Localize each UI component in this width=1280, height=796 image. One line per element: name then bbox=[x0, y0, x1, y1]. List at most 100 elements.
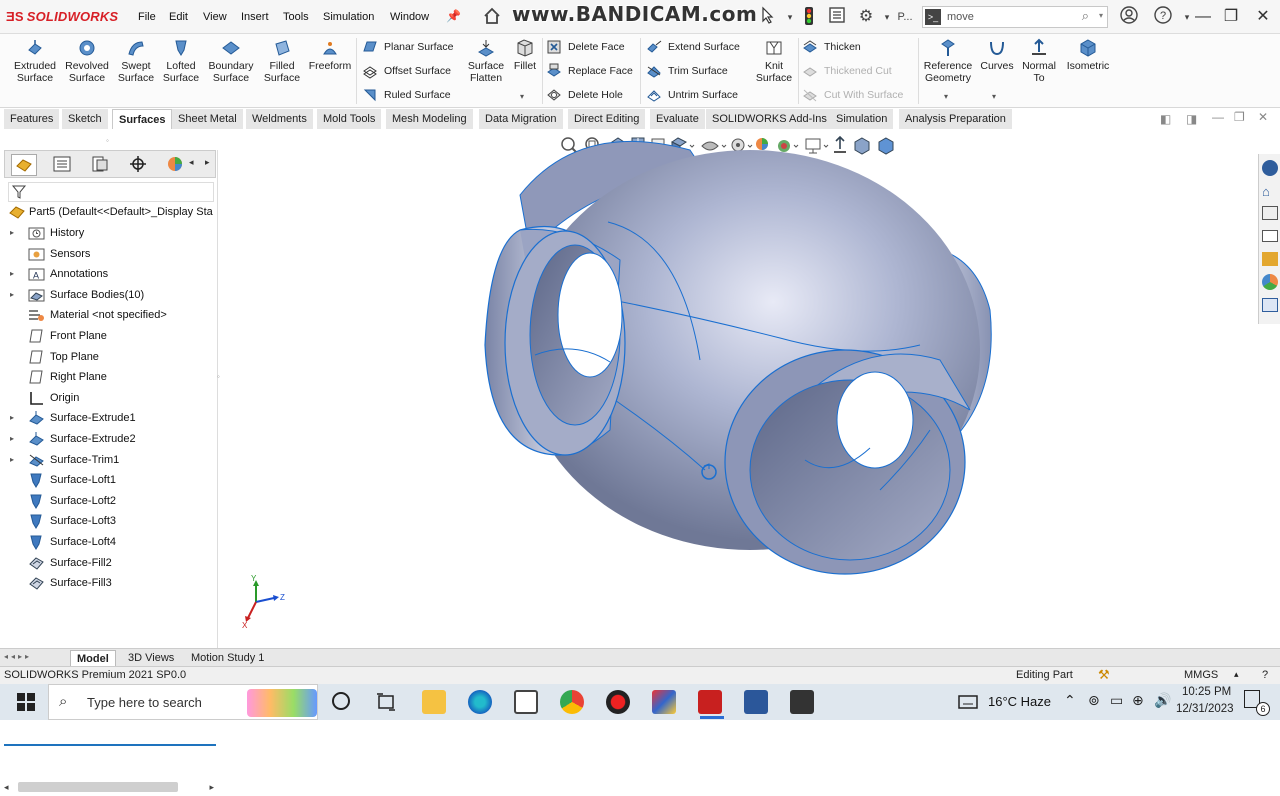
close-window-icon[interactable]: ✕ bbox=[1248, 4, 1278, 30]
fillet-dropdown-icon[interactable]: ▾ bbox=[520, 92, 524, 101]
mail-task-icon[interactable] bbox=[514, 690, 538, 714]
tab-simulation[interactable]: Simulation bbox=[830, 109, 895, 129]
tab-features[interactable]: Features bbox=[4, 109, 61, 129]
network-tray-icon[interactable]: ⊚ bbox=[1088, 692, 1100, 709]
edge-browser-task-icon[interactable] bbox=[468, 690, 492, 714]
swept-surface-button[interactable]: Swept Surface bbox=[114, 38, 158, 84]
trim-surface-button[interactable]: Trim Surface bbox=[646, 60, 728, 82]
tab-solidworks-add-ins[interactable]: SOLIDWORKS Add-Ins bbox=[706, 109, 834, 129]
curves-dropdown-icon[interactable]: ▾ bbox=[992, 92, 996, 101]
reference-geometry-button[interactable]: Reference Geometry bbox=[922, 38, 974, 84]
reference-geometry-dropdown-icon[interactable]: ▾ bbox=[944, 92, 948, 101]
panel-splitter[interactable] bbox=[4, 744, 216, 746]
video-editor-task-icon[interactable] bbox=[790, 690, 814, 714]
clock-date[interactable]: 12/31/2023 bbox=[1176, 703, 1234, 715]
word-task-icon[interactable] bbox=[744, 690, 768, 714]
menu-file[interactable]: File bbox=[138, 11, 156, 23]
menu-window[interactable]: Window bbox=[390, 11, 429, 23]
scrollbar-thumb[interactable] bbox=[18, 782, 178, 792]
filled-surface-button[interactable]: Filled Surface bbox=[260, 38, 304, 84]
language-globe-icon[interactable]: ⊕ bbox=[1132, 692, 1144, 709]
search-icon[interactable]: ⌕ bbox=[1082, 8, 1089, 24]
normal-to-button[interactable]: Normal To bbox=[1018, 38, 1060, 84]
thickened-cut-button[interactable]: Thickened Cut bbox=[802, 60, 892, 82]
file-explorer-task-icon[interactable] bbox=[422, 690, 446, 714]
custom-properties-icon[interactable] bbox=[1262, 298, 1278, 312]
dimxpert-manager-tab[interactable] bbox=[129, 156, 147, 175]
clock-time[interactable]: 10:25 PM bbox=[1182, 686, 1231, 698]
taskbar-search-box[interactable]: ⌕ Type here to search bbox=[48, 684, 318, 720]
tray-overflow-icon[interactable]: ⌃ bbox=[1064, 692, 1076, 709]
isometric-button[interactable]: Isometric bbox=[1062, 38, 1114, 72]
command-search-box[interactable]: >_ move ⌕ ▾ bbox=[922, 6, 1108, 28]
fillet-button[interactable]: Fillet bbox=[510, 38, 540, 72]
expand-arrow-icon[interactable]: ▸ bbox=[10, 264, 14, 284]
tab-mesh-modeling[interactable]: Mesh Modeling bbox=[386, 109, 474, 129]
select-cursor-icon[interactable] bbox=[757, 6, 779, 28]
home-icon[interactable] bbox=[481, 6, 503, 28]
appearances-icon[interactable] bbox=[1262, 274, 1278, 290]
tab-direct-editing[interactable]: Direct Editing bbox=[568, 109, 647, 129]
expand-arrow-icon[interactable]: ▸ bbox=[10, 408, 14, 428]
tile-right-icon[interactable]: ◨ bbox=[1186, 112, 1197, 126]
search-input[interactable]: move bbox=[947, 11, 974, 23]
help-icon[interactable]: ? bbox=[1152, 6, 1174, 28]
tab-data-migration[interactable]: Data Migration bbox=[479, 109, 564, 129]
delete-hole-button[interactable]: Delete Hole bbox=[546, 84, 623, 106]
cut-with-surface-button[interactable]: Cut With Surface bbox=[802, 84, 903, 106]
panel-grip-icon[interactable]: ◦ bbox=[106, 136, 109, 145]
configuration-manager-tab[interactable] bbox=[91, 156, 109, 175]
user-account-icon[interactable] bbox=[1118, 6, 1140, 28]
revolved-surface-button[interactable]: Revolved Surface bbox=[62, 38, 112, 84]
expand-arrow-icon[interactable]: ▸ bbox=[10, 285, 14, 305]
volume-tray-icon[interactable]: 🔊 bbox=[1154, 692, 1171, 709]
design-library-icon[interactable] bbox=[1262, 206, 1278, 220]
pin-icon[interactable]: 📌 bbox=[446, 9, 461, 23]
display-manager-tab[interactable] bbox=[167, 156, 183, 175]
bandicam-task-icon[interactable] bbox=[606, 690, 630, 714]
curves-button[interactable]: Curves bbox=[978, 38, 1016, 72]
windows-start-icon[interactable] bbox=[16, 692, 36, 712]
menu-view[interactable]: View bbox=[203, 11, 227, 23]
scroll-left-icon[interactable]: ◂ bbox=[4, 782, 9, 793]
tab-surfaces[interactable]: Surfaces bbox=[112, 109, 173, 129]
tree-filter-bar[interactable] bbox=[8, 182, 214, 202]
graphics-area[interactable]: Y Z X ⌂ bbox=[220, 130, 1280, 650]
delete-face-button[interactable]: Delete Face bbox=[546, 36, 625, 58]
paint-task-icon[interactable] bbox=[652, 690, 676, 714]
doc-close-icon[interactable]: ✕ bbox=[1258, 110, 1268, 124]
restore-window-icon[interactable]: ❐ bbox=[1216, 4, 1246, 30]
solidworks-logo[interactable]: ƎS SOLIDWORKS bbox=[6, 9, 118, 24]
menu-simulation[interactable]: Simulation bbox=[323, 11, 374, 23]
doc-minimize-icon[interactable]: — bbox=[1212, 110, 1224, 124]
tab-analysis-preparation[interactable]: Analysis Preparation bbox=[899, 109, 1013, 129]
rebuild-status-icon[interactable]: ⚒ bbox=[1098, 667, 1110, 683]
tree-horizontal-scrollbar[interactable]: ◂ ▸ bbox=[4, 778, 216, 796]
thicken-button[interactable]: Thicken bbox=[802, 36, 861, 58]
chrome-task-icon[interactable] bbox=[560, 690, 584, 714]
surface-part-model[interactable] bbox=[460, 130, 1060, 580]
replace-face-button[interactable]: Replace Face bbox=[546, 60, 633, 82]
units-label[interactable]: MMGS bbox=[1184, 669, 1218, 681]
scroll-right-icon[interactable]: ▸ bbox=[209, 782, 214, 793]
solidworks-resources-icon[interactable] bbox=[1262, 160, 1278, 176]
weather-label[interactable]: 16°C Haze bbox=[988, 694, 1051, 709]
options-gear-icon[interactable]: ⚙ bbox=[855, 6, 877, 28]
view-palette-icon[interactable] bbox=[1262, 252, 1278, 266]
menu-tools[interactable]: Tools bbox=[283, 11, 309, 23]
tabs-scroll-right-icon[interactable]: ▸ bbox=[205, 157, 210, 168]
menu-edit[interactable]: Edit bbox=[169, 11, 188, 23]
tab-sheet-metal[interactable]: Sheet Metal bbox=[172, 109, 244, 129]
offset-surface-button[interactable]: Offset Surface bbox=[362, 60, 451, 82]
tile-left-icon[interactable]: ◧ bbox=[1160, 112, 1171, 126]
extend-surface-button[interactable]: Extend Surface bbox=[646, 36, 740, 58]
tab-3d-views[interactable]: 3D Views bbox=[122, 650, 180, 666]
file-explorer-icon[interactable] bbox=[1262, 230, 1278, 242]
file-properties-icon[interactable] bbox=[826, 6, 848, 28]
units-dropdown-icon[interactable]: ▴ bbox=[1234, 669, 1239, 680]
lofted-surface-button[interactable]: Lofted Surface bbox=[160, 38, 202, 84]
status-help-icon[interactable]: ? bbox=[1262, 669, 1268, 681]
task-view-icon[interactable] bbox=[376, 692, 396, 712]
freeform-button[interactable]: Freeform bbox=[306, 38, 354, 72]
expand-arrow-icon[interactable]: ▸ bbox=[10, 223, 14, 243]
